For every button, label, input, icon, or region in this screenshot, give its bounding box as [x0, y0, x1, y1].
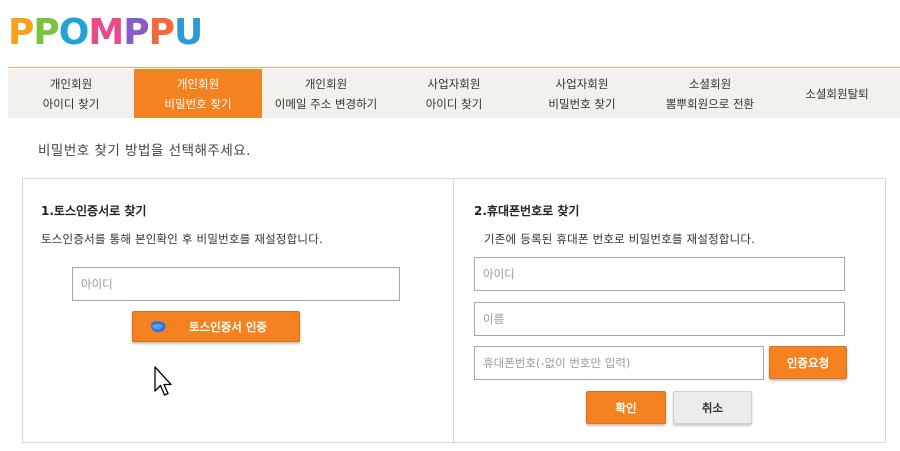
phone-section-title: 2.휴대폰번호로 찾기 [474, 204, 580, 218]
tab-4[interactable]: 사업자회원아이디 찾기 [390, 69, 518, 118]
toss-logo-icon [151, 321, 166, 333]
tab-7[interactable]: 소셜회원탈퇴 [774, 69, 900, 118]
tab-label-line1: 소셜회원 [688, 76, 732, 91]
tab-label-line1: 개인회원 [304, 76, 348, 91]
panel-divider [453, 178, 454, 443]
phone-number-input[interactable] [474, 346, 764, 380]
tab-1[interactable]: 개인회원아이디 찾기 [8, 69, 134, 118]
phone-id-input[interactable] [474, 257, 845, 291]
logo-letter: U [174, 12, 203, 53]
tab-label-line1: 사업자회원 [555, 76, 609, 91]
toss-section-description: 토스인증서를 통해 본인확인 후 비밀번호를 재설정합니다. [41, 232, 323, 246]
mouse-cursor-icon [154, 366, 172, 396]
logo-letter: M [88, 12, 124, 53]
logo-letter: P [8, 12, 34, 53]
tab-label-line2: 비밀번호 찾기 [164, 96, 232, 111]
toss-auth-button-label: 토스인증서 인증 [188, 319, 268, 334]
logo-letter: P [123, 12, 149, 53]
toss-section-title: 1.토스인증서로 찾기 [41, 204, 147, 218]
confirm-button[interactable]: 확인 [586, 391, 666, 424]
tab-3[interactable]: 개인회원이메일 주소 변경하기 [262, 69, 390, 118]
logo-letter: O [58, 12, 90, 53]
logo-letter: P [148, 12, 175, 53]
account-tabs: 개인회원 아이디 찾기 개인회원 비밀번호 찾기 개인회원 이메일 주소 변경하기 사업자회… [8, 69, 900, 118]
toss-auth-button[interactable]: 토스인증서 인증 [132, 311, 300, 342]
tab-label-line1: 개인회원 [176, 76, 220, 91]
tab-label-line1: 사업자회원 [427, 76, 481, 91]
logo-letter: P [33, 12, 59, 53]
logo-text: PPOMPPU [8, 12, 203, 53]
phone-name-input[interactable] [474, 302, 845, 336]
cancel-button[interactable]: 취소 [673, 391, 752, 424]
toss-id-input[interactable] [72, 267, 400, 301]
phone-section-description: 기존에 등록된 휴대폰 번호로 비밀번호를 재설정합니다. [484, 232, 756, 246]
tab-6[interactable]: 소셜회원뽐뿌회원으로 전환 [646, 69, 774, 118]
tab-2[interactable]: 개인회원비밀번호 찾기 [134, 69, 262, 118]
tab-label-line1: 소셜회원탈퇴 [805, 86, 869, 101]
tab-label-line2: 아이디 찾기 [425, 96, 483, 111]
page-instruction: 비밀번호 찾기 방법을 선택해주세요. [38, 143, 251, 159]
tab-label-line2: 비밀번호 찾기 [548, 96, 616, 111]
tab-5[interactable]: 사업자회원비밀번호 찾기 [518, 69, 646, 118]
tab-label-line1: 개인회원 [49, 76, 93, 91]
ppomppu-logo[interactable]: PPOMPPU [8, 12, 203, 53]
tab-label-line2: 이메일 주소 변경하기 [274, 96, 378, 111]
request-verification-button[interactable]: 인증요청 [769, 346, 847, 379]
tab-label-line2: 아이디 찾기 [42, 96, 100, 111]
header-divider [8, 67, 900, 68]
tab-label-line2: 뽐뿌회원으로 전환 [665, 96, 755, 111]
